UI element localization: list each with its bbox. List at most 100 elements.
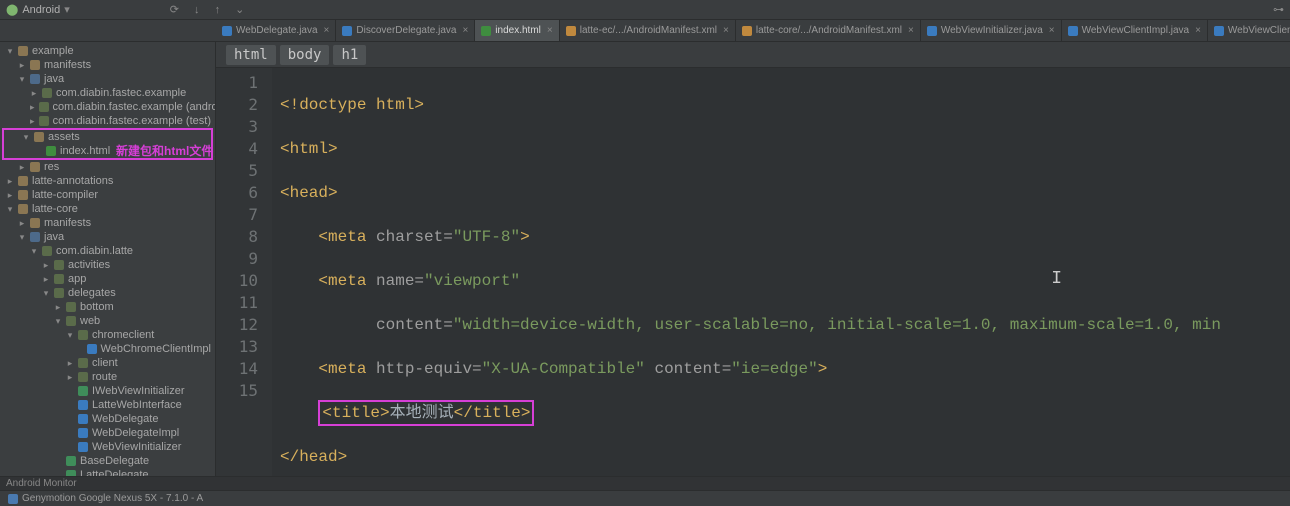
folder-icon: [18, 176, 28, 186]
folder-icon: [30, 232, 40, 242]
tab-manifest-ec[interactable]: latte-ec/.../AndroidManifest.xml×: [560, 20, 736, 41]
toolbar-right-icon[interactable]: ⊶: [1273, 3, 1284, 16]
tree-activities[interactable]: ▸activities: [0, 258, 215, 272]
annotation-text: 新建包和html文件；: [116, 142, 215, 159]
breadcrumb-h1[interactable]: h1: [333, 45, 366, 65]
status-bar: Genymotion Google Nexus 5X - 7.1.0 - A: [0, 490, 1290, 506]
tree-webdelegate[interactable]: WebDelegate: [0, 412, 215, 426]
annotation-highlight: ▾assets index.html 新建包和html文件；: [2, 128, 213, 160]
tab-discoverdelegate[interactable]: DiscoverDelegate.java×: [336, 20, 475, 41]
android-monitor-panel[interactable]: Android Monitor: [0, 476, 1290, 490]
tree-app[interactable]: ▸app: [0, 272, 215, 286]
top-toolbar: ⬤ Android ▾ ⟳ ↓ ↑ ⌄ ⊶: [0, 0, 1290, 20]
interface-icon: [78, 386, 88, 396]
tree-manifests[interactable]: ▸manifests: [0, 58, 215, 72]
tree-latte-compiler[interactable]: ▸latte-compiler: [0, 188, 215, 202]
code-editor[interactable]: <!doctype html> <html> <head> <meta char…: [272, 68, 1290, 476]
folder-icon: [30, 162, 40, 172]
breadcrumbs: html body h1: [216, 42, 1290, 68]
package-icon: [66, 302, 76, 312]
project-tree[interactable]: ▾example ▸manifests ▾java ▸com.diabin.fa…: [0, 42, 215, 476]
tree-pkg2[interactable]: ▸com.diabin.fastec.example (androidTe: [0, 100, 215, 114]
breadcrumb-html[interactable]: html: [226, 45, 276, 65]
tab-webviewclient[interactable]: WebViewClient.java×: [1208, 20, 1290, 41]
device-icon: [8, 494, 18, 504]
tree-core-pkg[interactable]: ▾com.diabin.latte: [0, 244, 215, 258]
tree-delegates[interactable]: ▾delegates: [0, 286, 215, 300]
folder-icon: [30, 60, 40, 70]
tree-webchromeclientimpl[interactable]: WebChromeClientImpl: [0, 342, 215, 356]
package-icon: [54, 274, 64, 284]
tree-latte-core[interactable]: ▾latte-core: [0, 202, 215, 216]
class-icon: [78, 428, 88, 438]
java-icon: [222, 26, 232, 36]
project-sidebar: ▾example ▸manifests ▾java ▸com.diabin.fa…: [0, 42, 216, 476]
tree-iwebviewinitializer[interactable]: IWebViewInitializer: [0, 384, 215, 398]
java-icon: [927, 26, 937, 36]
html-icon: [481, 26, 491, 36]
breadcrumb-body[interactable]: body: [280, 45, 330, 65]
java-icon: [342, 26, 352, 36]
close-icon[interactable]: ×: [1195, 25, 1201, 36]
package-icon: [54, 260, 64, 270]
xml-icon: [742, 26, 752, 36]
folder-icon: [18, 46, 28, 56]
tree-core-java[interactable]: ▾java: [0, 230, 215, 244]
tree-basedelegate[interactable]: BaseDelegate: [0, 454, 215, 468]
tab-index-html[interactable]: index.html×: [475, 20, 559, 41]
project-name: Android: [22, 4, 60, 16]
folder-icon: [18, 190, 28, 200]
close-icon[interactable]: ×: [1049, 25, 1055, 36]
tree-lattewebinterface[interactable]: LatteWebInterface: [0, 398, 215, 412]
device-selector[interactable]: Genymotion Google Nexus 5X - 7.1.0 - A: [8, 493, 203, 504]
line-gutter[interactable]: 1 2 3 4 5 6 7 8 9 10 11 12 13 14 15: [216, 68, 272, 476]
folder-icon: [18, 204, 28, 214]
tree-lattedelegate[interactable]: LatteDelegate: [0, 468, 215, 476]
tree-client[interactable]: ▸client: [0, 356, 215, 370]
tree-core-manifests[interactable]: ▸manifests: [0, 216, 215, 230]
tree-java[interactable]: ▾java: [0, 72, 215, 86]
tree-web[interactable]: ▾web: [0, 314, 215, 328]
package-icon: [42, 246, 52, 256]
tree-bottom[interactable]: ▸bottom: [0, 300, 215, 314]
project-selector[interactable]: ⬤ Android ▾: [6, 3, 70, 16]
java-icon: [1214, 26, 1224, 36]
close-icon[interactable]: ×: [462, 25, 468, 36]
tab-manifest-core[interactable]: latte-core/.../AndroidManifest.xml×: [736, 20, 921, 41]
package-icon: [78, 330, 88, 340]
tree-chromeclient[interactable]: ▾chromeclient: [0, 328, 215, 342]
close-icon[interactable]: ×: [908, 25, 914, 36]
html-icon: [46, 146, 56, 156]
tab-webviewclientimpl[interactable]: WebViewClientImpl.java×: [1062, 20, 1208, 41]
class-icon: [78, 442, 88, 452]
tree-route[interactable]: ▸route: [0, 370, 215, 384]
tree-example[interactable]: ▾example: [0, 44, 215, 58]
package-icon: [78, 372, 88, 382]
xml-icon: [566, 26, 576, 36]
java-icon: [1068, 26, 1078, 36]
annotation-title-highlight: <title>本地测试</title>: [318, 400, 534, 426]
class-icon: [78, 414, 88, 424]
tree-latte-annotations[interactable]: ▸latte-annotations: [0, 174, 215, 188]
package-icon: [42, 88, 52, 98]
tree-pkg1[interactable]: ▸com.diabin.fastec.example: [0, 86, 215, 100]
close-icon[interactable]: ×: [547, 25, 553, 36]
close-icon[interactable]: ×: [723, 25, 729, 36]
tab-webviewinitializer[interactable]: WebViewInitializer.java×: [921, 20, 1062, 41]
close-icon[interactable]: ×: [324, 25, 330, 36]
class-icon: [66, 456, 76, 466]
tree-pkg3[interactable]: ▸com.diabin.fastec.example (test): [0, 114, 215, 128]
tree-webviewinitializer[interactable]: WebViewInitializer: [0, 440, 215, 454]
package-icon: [78, 358, 88, 368]
editor-tabs: WebDelegate.java× DiscoverDelegate.java×…: [0, 20, 1290, 42]
package-icon: [54, 288, 64, 298]
toolbar-icons[interactable]: ⟳ ↓ ↑ ⌄: [170, 3, 251, 16]
folder-icon: [30, 218, 40, 228]
tree-res[interactable]: ▸res: [0, 160, 215, 174]
tree-webdelegateimpl[interactable]: WebDelegateImpl: [0, 426, 215, 440]
class-icon: [87, 344, 97, 354]
folder-icon: [30, 74, 40, 84]
package-icon: [39, 116, 49, 126]
class-icon: [78, 400, 88, 410]
tab-webdelegate[interactable]: WebDelegate.java×: [216, 20, 336, 41]
